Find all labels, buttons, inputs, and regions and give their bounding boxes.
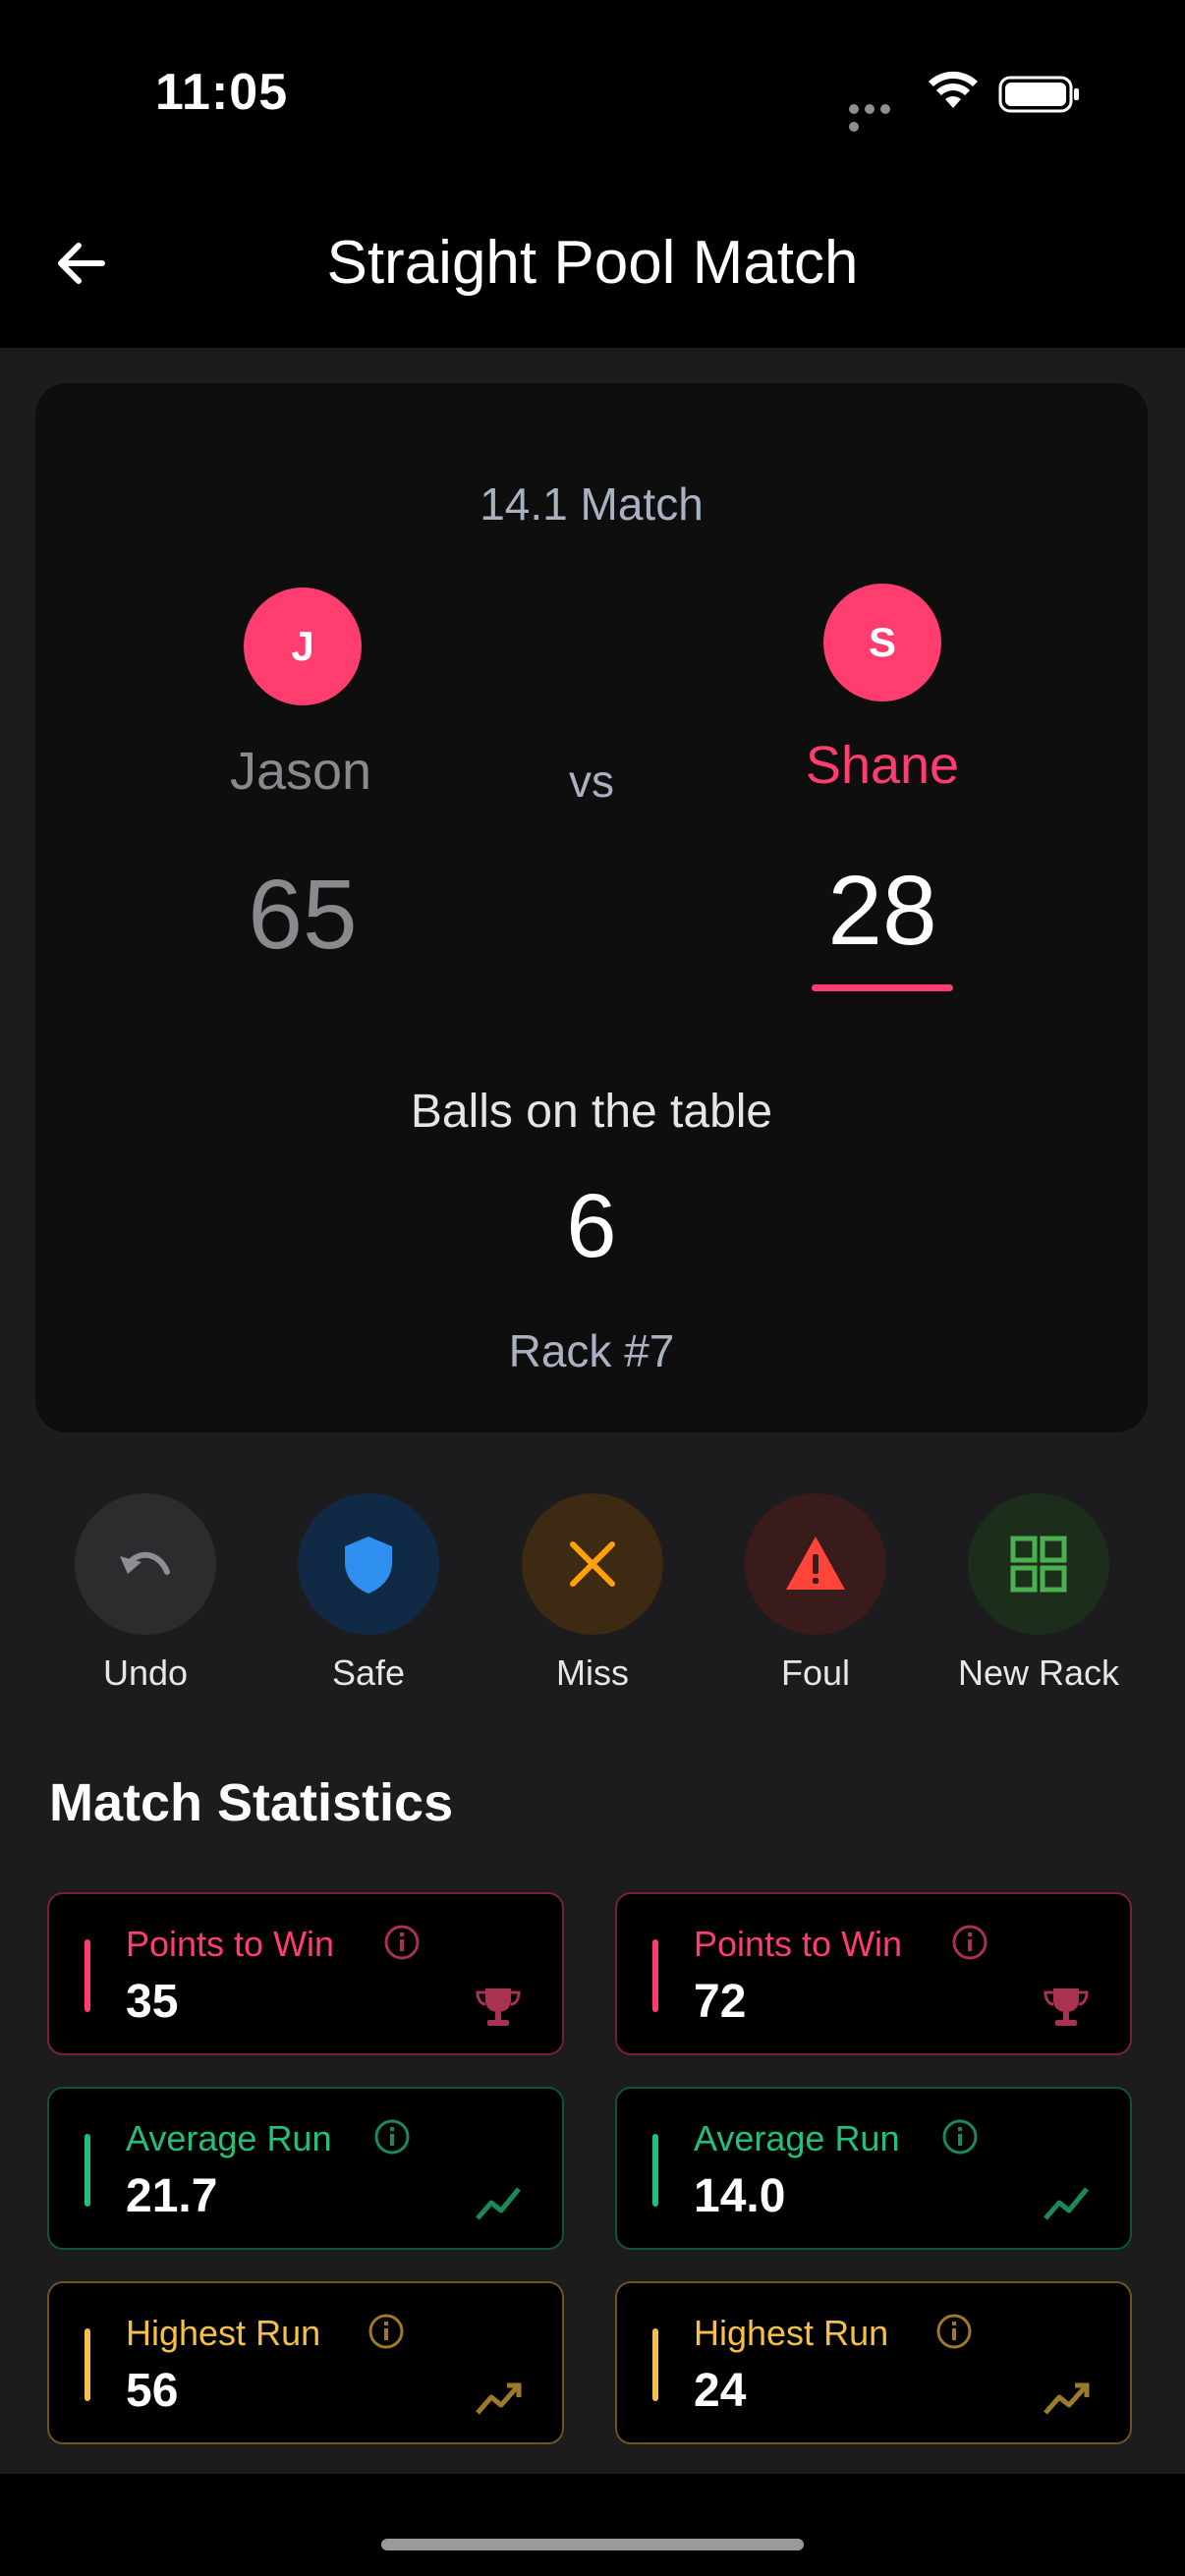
trend-icon [476,2187,521,2220]
player1-average-run-card: Average Run 21.7 [47,2087,564,2250]
miss-label: Miss [556,1652,629,1693]
stat-value: 21.7 [126,2170,218,2222]
accent-bar [652,2328,658,2401]
info-icon[interactable] [951,1924,988,1961]
warning-icon [786,1537,845,1590]
battery-icon [998,76,1079,113]
shield-icon [345,1537,392,1594]
accent-bar [652,1939,658,2012]
accent-bar [85,2134,90,2207]
miss-button[interactable]: Miss [484,1493,701,1694]
info-icon[interactable] [373,2118,411,2156]
status-time: 11:05 [155,64,289,121]
info-icon[interactable] [367,2313,405,2350]
trending-up-icon [476,2382,522,2415]
info-icon[interactable] [941,2118,979,2156]
stat-label: Highest Run [126,2313,321,2353]
rack-number: Rack #7 [508,1325,675,1376]
match-statistics-title: Match Statistics [49,1773,454,1832]
stat-label: Average Run [694,2118,900,2158]
accent-bar [85,1939,90,2012]
status-bar: 11:05 [0,0,1185,177]
new-rack-button-circle [968,1493,1109,1635]
stat-value: 24 [694,2365,747,2417]
miss-button-circle [522,1493,663,1635]
signal-dots-icon [849,101,908,132]
trophy-icon [476,1988,521,2026]
balls-on-table-label: Balls on the table [410,1086,773,1138]
stat-label: Points to Win [694,1924,903,1964]
foul-button-circle [745,1493,886,1635]
balls-on-table-count[interactable]: 6 [35,1175,1148,1278]
player2-points-to-win-card: Points to Win 72 [615,1892,1132,2055]
close-icon [570,1541,615,1587]
undo-icon [120,1551,170,1575]
player2-highest-run-card: Highest Run 24 [615,2281,1132,2444]
trophy-icon [1044,1988,1089,2026]
info-icon[interactable] [935,2313,973,2350]
new-rack-label: New Rack [957,1652,1120,1693]
stat-label: Highest Run [694,2313,889,2353]
player2-average-run-card: Average Run 14.0 [615,2087,1132,2250]
trending-up-icon [1044,2382,1090,2415]
safe-label: Safe [331,1652,406,1693]
stat-label: Average Run [126,2118,332,2158]
stat-value: 14.0 [694,2170,786,2222]
undo-label: Undo [102,1652,189,1693]
app-header: Straight Pool Match [0,177,1185,348]
undo-button-circle [75,1493,216,1635]
accent-bar [652,2134,658,2207]
player2-avatar[interactable]: S [823,584,941,701]
stat-value: 56 [126,2365,179,2417]
foul-button[interactable]: Foul [707,1493,924,1694]
page-title: Straight Pool Match [326,229,859,297]
player2-score[interactable]: 28 [735,855,1030,968]
player1-points-to-win-card: Points to Win 35 [47,1892,564,2055]
active-player-indicator [812,984,953,991]
grid-icon [1010,1536,1067,1593]
foul-label: Foul [780,1652,851,1693]
trend-icon [1044,2187,1089,2220]
wifi-icon [929,71,978,108]
player1-score[interactable]: 65 [155,859,450,972]
stat-label: Points to Win [126,1924,335,1964]
safe-button-circle [298,1493,439,1635]
info-icon[interactable] [383,1924,421,1961]
bottom-safe-area [0,2474,1185,2576]
match-type: 14.1 Match [480,478,704,530]
new-rack-button[interactable]: New Rack [931,1493,1147,1694]
stat-value: 35 [126,1976,179,2028]
home-indicator[interactable] [381,2539,804,2550]
stat-value: 72 [694,1976,747,2028]
player1-highest-run-card: Highest Run 56 [47,2281,564,2444]
player1-avatar[interactable]: J [244,588,362,705]
undo-button[interactable]: Undo [37,1493,254,1694]
player2-name[interactable]: Shane [735,735,1030,796]
scoreboard-card: 14.1 Match J S Jason vs Shane 65 28 Ball… [35,383,1148,1432]
accent-bar [85,2328,90,2401]
safe-button[interactable]: Safe [260,1493,477,1694]
